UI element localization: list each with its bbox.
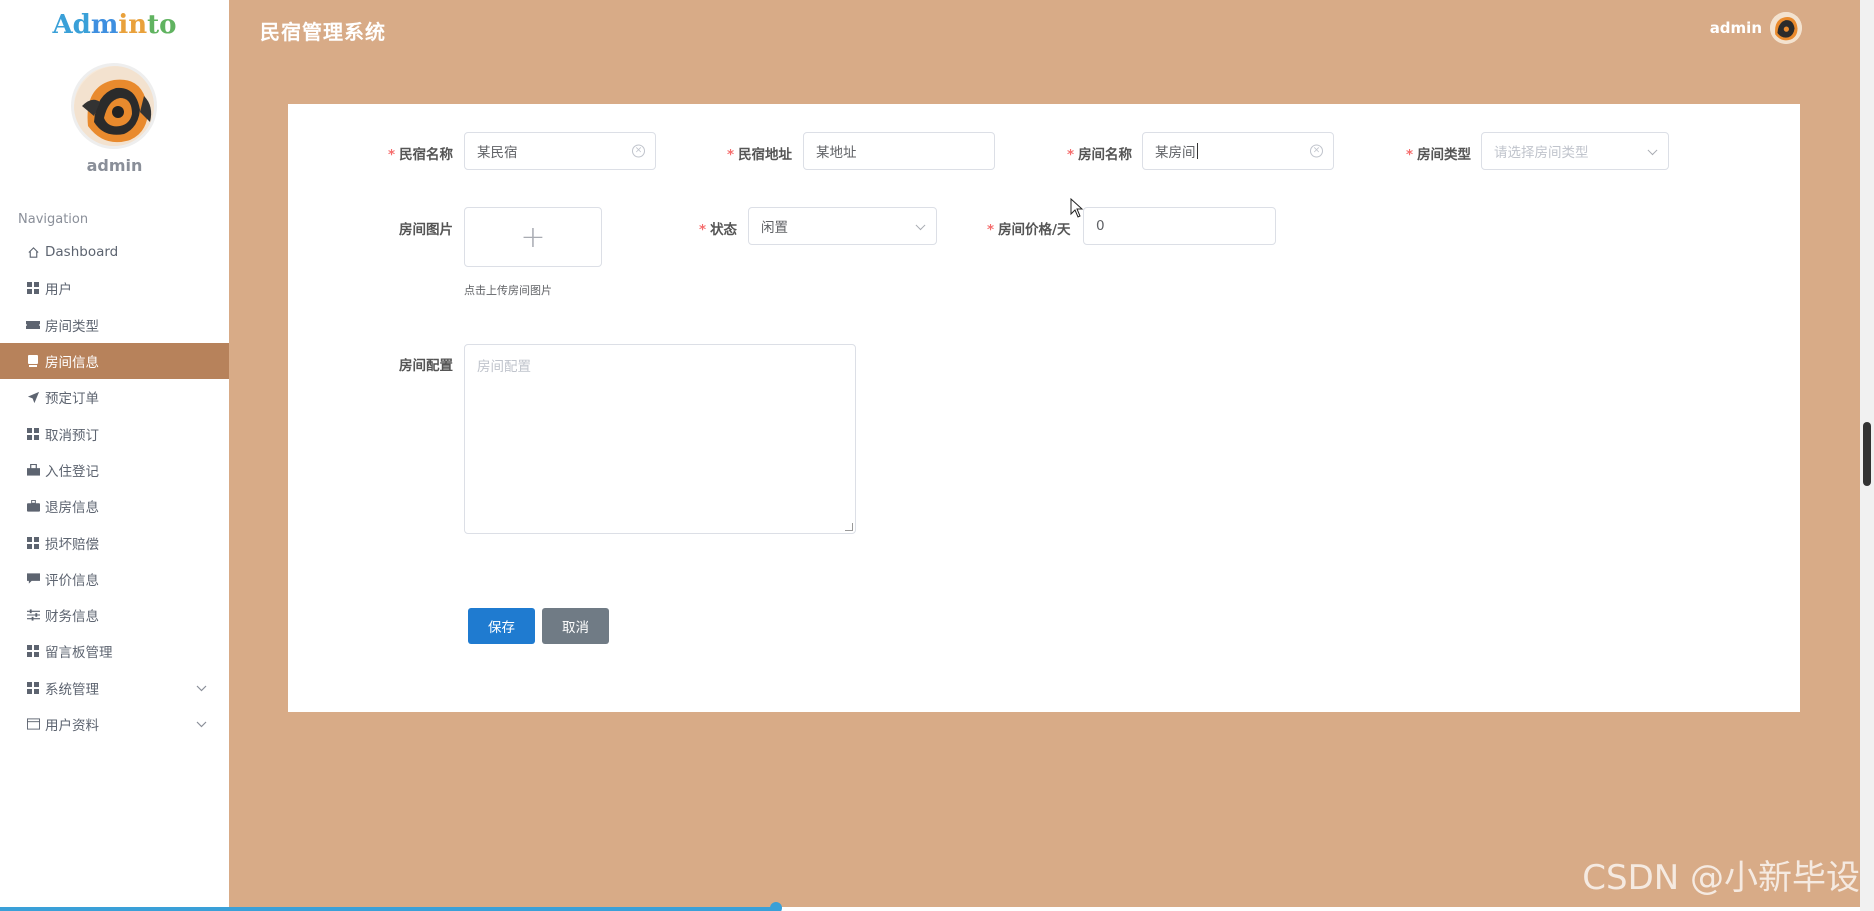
- price-input[interactable]: 0: [1083, 207, 1276, 245]
- sidebar-item-10[interactable]: 财务信息: [0, 597, 229, 633]
- ticket-icon: [26, 318, 40, 332]
- app-logo[interactable]: Adminto: [0, 10, 229, 40]
- clear-icon[interactable]: ×: [632, 144, 645, 158]
- card-icon: [26, 354, 40, 368]
- chevron-down-icon: [196, 681, 207, 695]
- sidebar-item-label: 系统管理: [45, 681, 99, 698]
- sidebar-item-12[interactable]: 系统管理: [0, 670, 229, 706]
- grid-icon: [26, 427, 40, 441]
- sidebar-item-1[interactable]: 用户: [0, 270, 229, 306]
- sidebar-nav: Dashboard 用户房间类型房间信息预定订单取消预订入住登记退房信息损坏赔偿评…: [0, 234, 229, 742]
- chevron-down-icon: [196, 717, 207, 731]
- sidebar-item-label: 入住登记: [45, 463, 99, 480]
- sidebar-user-name: admin: [86, 156, 143, 175]
- sidebar-item-label: 预定订单: [45, 391, 99, 408]
- bag-icon: [26, 463, 40, 477]
- price-label: * 房间价格/天: [987, 222, 1071, 238]
- sidebar-item-0[interactable]: Dashboard: [0, 234, 229, 270]
- room-type-label: * 房间类型: [1406, 147, 1472, 163]
- chevron-down-icon: [1647, 145, 1658, 156]
- nav-title: Navigation: [18, 212, 89, 227]
- homestay-name-input[interactable]: 某民宿 ×: [464, 132, 656, 170]
- sidebar-item-label: 评价信息: [45, 572, 99, 589]
- homestay-name-label: * 民宿名称: [388, 147, 454, 163]
- room-name-label: * 房间名称: [1067, 147, 1133, 163]
- status-label: * 状态: [699, 222, 738, 238]
- paper-plane-icon: [26, 390, 40, 404]
- homestay-address-input[interactable]: 某地址: [803, 132, 995, 170]
- sidebar-item-label: 房间信息: [45, 355, 99, 372]
- chevron-down-icon: [915, 220, 926, 231]
- comment-icon: [26, 572, 40, 586]
- avatar: [71, 63, 157, 149]
- save-button[interactable]: 保存: [468, 608, 535, 644]
- sidebar-item-label: 留言板管理: [45, 645, 113, 662]
- sidebar-item-label: Dashboard: [45, 244, 119, 261]
- avatar-image-icon: [74, 66, 154, 146]
- briefcase-icon: [26, 499, 40, 513]
- text-cursor: [1196, 143, 1198, 159]
- window-icon: [26, 717, 40, 731]
- grid-icon: [26, 281, 40, 295]
- sidebar-item-3[interactable]: 房间信息: [0, 342, 229, 380]
- sidebar-item-13[interactable]: 用户资料: [0, 706, 229, 742]
- plus-icon: +: [520, 219, 546, 255]
- sidebar-item-label: 用户: [45, 282, 72, 299]
- sidebar: Adminto admin Navigation Dashboard 用户房间类型…: [0, 0, 229, 911]
- room-type-select[interactable]: 请选择房间类型: [1481, 132, 1669, 170]
- sidebar-item-label: 用户资料: [45, 718, 99, 734]
- sidebar-item-7[interactable]: 退房信息: [0, 488, 229, 524]
- logo-part: to: [147, 10, 177, 40]
- sidebar-item-5[interactable]: 取消预订: [0, 415, 229, 451]
- bottom-progress-bar: [0, 902, 1860, 911]
- progress-fill: [0, 907, 776, 911]
- page-title: 民宿管理系统: [260, 20, 386, 44]
- sidebar-item-label: 财务信息: [45, 609, 99, 626]
- scrollbar-thumb[interactable]: [1863, 422, 1871, 486]
- sidebar-item-2[interactable]: 房间类型: [0, 307, 229, 343]
- cancel-button[interactable]: 取消: [542, 608, 609, 644]
- upload-hint: 点击上传房间图片: [464, 284, 552, 297]
- logo-part: in: [118, 10, 148, 40]
- logo-part: Ad: [52, 10, 91, 40]
- vertical-scrollbar[interactable]: [1860, 0, 1874, 911]
- sidebar-item-label: 取消预订: [45, 427, 99, 444]
- header-user-name: admin: [1709, 19, 1762, 37]
- room-image-uploader[interactable]: +: [464, 207, 602, 267]
- grid-icon: [26, 644, 40, 658]
- grid-icon: [26, 681, 40, 695]
- room-name-input[interactable]: 某房间 ×: [1142, 132, 1334, 170]
- sidebar-item-label: 损坏赔偿: [45, 536, 99, 553]
- room-config-label: 房间配置: [399, 358, 453, 374]
- logo-part: m: [90, 10, 119, 40]
- sidebar-item-11[interactable]: 留言板管理: [0, 633, 229, 669]
- room-form-card: * 民宿名称 某民宿 × * 民宿地址 某地址 * 房间名称 某房间 × * 房间类型 …: [288, 104, 1800, 712]
- progress-handle[interactable]: [770, 902, 782, 911]
- sidebar-item-6[interactable]: 入住登记: [0, 452, 229, 488]
- clear-icon[interactable]: ×: [1310, 144, 1323, 158]
- homestay-address-label: * 民宿地址: [727, 147, 793, 163]
- room-config-textarea[interactable]: 房间配置: [464, 344, 856, 534]
- room-image-label: 房间图片: [399, 222, 453, 238]
- avatar-image-icon: [1770, 12, 1802, 44]
- sidebar-item-label: 退房信息: [45, 500, 99, 517]
- watermark: CSDN @小新毕设: [1582, 858, 1860, 898]
- sidebar-item-label: 房间类型: [45, 318, 99, 335]
- sliders-icon: [26, 608, 40, 622]
- header-user-menu[interactable]: admin: [1710, 12, 1802, 44]
- mouse-cursor-icon: [1070, 198, 1084, 218]
- sidebar-item-4[interactable]: 预定订单: [0, 379, 229, 415]
- grid-icon: [26, 536, 40, 550]
- sidebar-item-8[interactable]: 损坏赔偿: [0, 524, 229, 560]
- avatar[interactable]: [1770, 12, 1802, 44]
- home-icon: [26, 245, 40, 259]
- status-select[interactable]: 闲置: [748, 207, 937, 245]
- resize-handle-icon[interactable]: [845, 523, 853, 531]
- sidebar-item-9[interactable]: 评价信息: [0, 561, 229, 597]
